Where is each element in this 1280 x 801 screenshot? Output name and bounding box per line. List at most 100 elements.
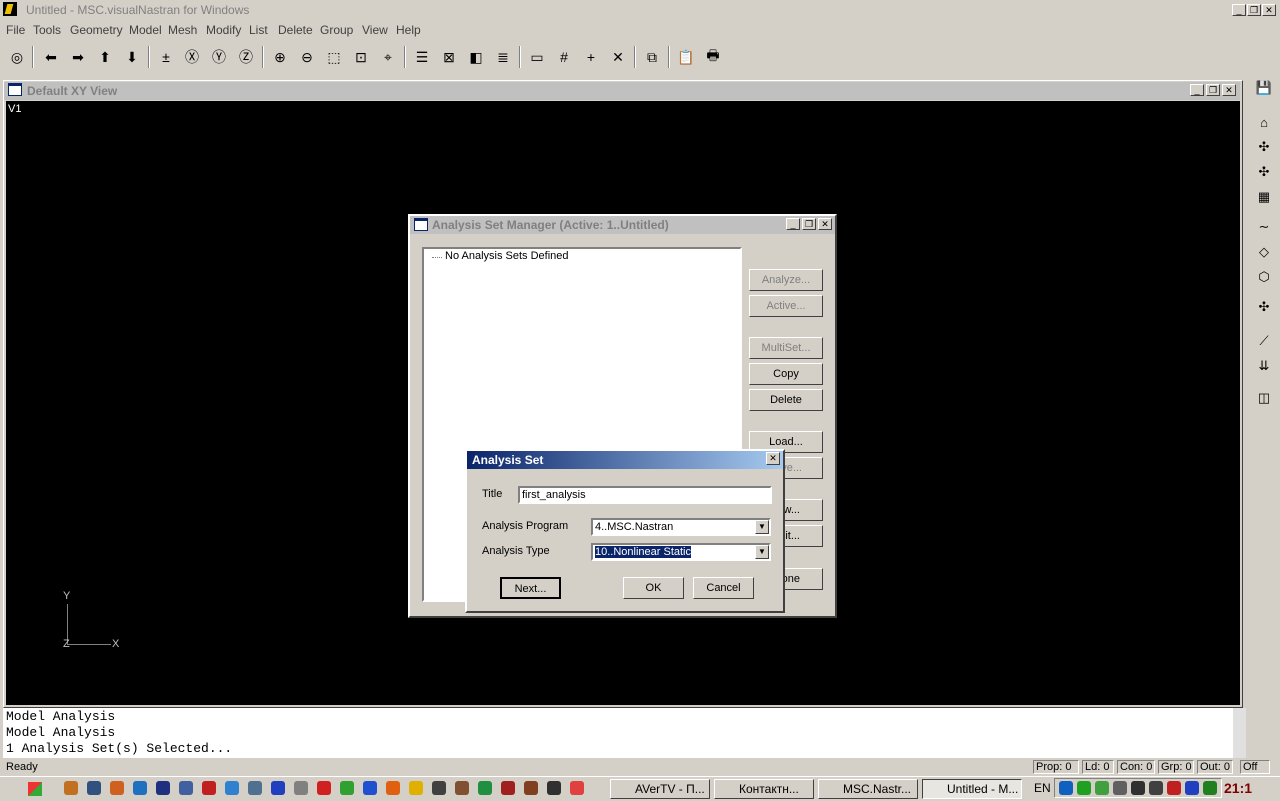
curve-icon[interactable]: ∼ xyxy=(1252,215,1276,239)
quicklaunch-icon[interactable] xyxy=(64,781,78,795)
tray-icon[interactable] xyxy=(1131,781,1145,795)
autoscale-icon[interactable]: ⊡ xyxy=(349,45,373,69)
tray-icon[interactable] xyxy=(1077,781,1091,795)
rotate-y-icon[interactable]: Ⓨ xyxy=(207,45,231,69)
copy-view-icon[interactable]: ⧉ xyxy=(640,45,664,69)
volume-icon[interactable]: ⬡ xyxy=(1252,265,1276,289)
quicklaunch-icon[interactable] xyxy=(156,781,170,795)
quicklaunch-icon[interactable] xyxy=(432,781,446,795)
copy-button[interactable]: Copy xyxy=(749,363,823,385)
ok-button[interactable]: OK xyxy=(623,577,684,599)
clock[interactable]: 21:1 xyxy=(1224,780,1252,796)
quicklaunch-icon[interactable] xyxy=(179,781,193,795)
list-icon[interactable]: ☰ xyxy=(410,45,434,69)
tray-icon[interactable] xyxy=(1167,781,1181,795)
menu-list[interactable]: List xyxy=(249,23,268,37)
clipboard-icon[interactable]: 📋 xyxy=(674,45,698,69)
task-untitled[interactable]: Untitled - M... xyxy=(922,779,1022,799)
quicklaunch-icon[interactable] xyxy=(409,781,423,795)
start-button[interactable] xyxy=(20,779,50,799)
pan-down-icon[interactable]: ⬇ xyxy=(120,45,144,69)
view-window-caption[interactable] xyxy=(4,82,1240,100)
message-scrollbar[interactable] xyxy=(1233,708,1246,758)
menu-mesh[interactable]: Mesh xyxy=(168,23,197,37)
rotate-x-icon[interactable]: Ⓧ xyxy=(180,45,204,69)
asm-restore-button[interactable]: ❐ xyxy=(802,218,816,230)
tray-icon[interactable] xyxy=(1095,781,1109,795)
center-icon[interactable]: ⌖ xyxy=(376,45,400,69)
view-close-button[interactable]: ✕ xyxy=(1222,84,1236,96)
save-icon[interactable]: 💾 xyxy=(1252,76,1276,100)
quicklaunch-icon[interactable] xyxy=(225,781,239,795)
asm-close-button[interactable]: ✕ xyxy=(818,218,832,230)
close-button[interactable]: ✕ xyxy=(1262,4,1276,16)
analysis-program-select[interactable]: 4..MSC.Nastran ▼ xyxy=(591,518,771,536)
quicklaunch-icon[interactable] xyxy=(202,781,216,795)
mesh-icon[interactable]: ▦ xyxy=(1252,185,1276,209)
quicklaunch-icon[interactable] xyxy=(455,781,469,795)
zoom-out-icon[interactable]: ⊖ xyxy=(295,45,319,69)
tray-icon[interactable] xyxy=(1113,781,1127,795)
menu-tools[interactable]: Tools xyxy=(33,23,61,37)
quicklaunch-icon[interactable] xyxy=(570,781,584,795)
menu-file[interactable]: File xyxy=(6,23,25,37)
quicklaunch-icon[interactable] xyxy=(478,781,492,795)
property-icon[interactable]: ⟋ xyxy=(1252,329,1276,353)
menu-view[interactable]: View xyxy=(362,23,388,37)
menu-geometry[interactable]: Geometry xyxy=(70,23,123,37)
ie-icon[interactable] xyxy=(133,781,147,795)
tray-icon[interactable] xyxy=(1203,781,1217,795)
media-player-icon[interactable] xyxy=(271,781,285,795)
pan-up-icon[interactable]: ⬆ xyxy=(93,45,117,69)
plus-minus-icon[interactable]: ± xyxy=(154,45,178,69)
quicklaunch-icon[interactable] xyxy=(547,781,561,795)
tray-icon[interactable] xyxy=(1185,781,1199,795)
pan-right-icon[interactable]: ➡ xyxy=(66,45,90,69)
chevron-down-icon[interactable]: ▼ xyxy=(755,545,769,559)
analyze-button[interactable]: Analyze... xyxy=(749,269,823,291)
load-icon[interactable]: ⇊ xyxy=(1252,354,1276,378)
window-icon[interactable]: ▭ xyxy=(525,45,549,69)
task-msc-nastran[interactable]: MSC.Nastr... xyxy=(818,779,918,799)
zoom-box-icon[interactable]: ⬚ xyxy=(322,45,346,69)
grid-icon[interactable]: # xyxy=(552,45,576,69)
chevron-down-icon[interactable]: ▼ xyxy=(755,520,769,534)
menu-model[interactable]: Model xyxy=(129,23,162,37)
view-restore-button[interactable]: ❐ xyxy=(1206,84,1220,96)
task-contacts[interactable]: Контактн... xyxy=(714,779,814,799)
element-icon[interactable]: ✣ xyxy=(1252,160,1276,184)
print-icon[interactable]: 🖶 xyxy=(701,45,725,69)
delete-button[interactable]: Delete xyxy=(749,389,823,411)
quicklaunch-icon[interactable] xyxy=(317,781,331,795)
menu-help[interactable]: Help xyxy=(396,23,421,37)
zoom-in-icon[interactable]: ⊕ xyxy=(268,45,292,69)
active-button[interactable]: Active... xyxy=(749,295,823,317)
quicklaunch-icon[interactable] xyxy=(524,781,538,795)
minimize-button[interactable]: _ xyxy=(1232,4,1246,16)
task-avertv[interactable]: AVerTV - П... xyxy=(610,779,710,799)
solid-icon[interactable]: ⌂ xyxy=(1252,110,1276,134)
quicklaunch-icon[interactable] xyxy=(363,781,377,795)
menu-modify[interactable]: Modify xyxy=(206,23,241,37)
menu-group[interactable]: Group xyxy=(320,23,353,37)
quicklaunch-icon[interactable] xyxy=(87,781,101,795)
tray-icon[interactable] xyxy=(1149,781,1163,795)
quicklaunch-icon[interactable] xyxy=(110,781,124,795)
clear-icon[interactable]: ✕ xyxy=(606,45,630,69)
quicklaunch-icon[interactable] xyxy=(386,781,400,795)
view-select-icon[interactable]: ◫ xyxy=(1252,386,1276,410)
analysis-set-close-button[interactable]: ✕ xyxy=(766,452,780,465)
nodes-icon[interactable]: ✣ xyxy=(1252,295,1276,319)
quicklaunch-icon[interactable] xyxy=(248,781,262,795)
analysis-type-select[interactable]: 10..Nonlinear Static ▼ xyxy=(591,543,771,561)
rotate-z-icon[interactable]: Ⓩ xyxy=(234,45,258,69)
restore-button[interactable]: ❐ xyxy=(1247,4,1261,16)
asm-minimize-button[interactable]: _ xyxy=(786,218,800,230)
node-icon[interactable]: ✣ xyxy=(1252,135,1276,159)
next-button[interactable]: Next... xyxy=(500,577,561,599)
rotate-view-icon[interactable]: ◎ xyxy=(5,45,29,69)
multiset-button[interactable]: MultiSet... xyxy=(749,337,823,359)
pan-left-icon[interactable]: ⬅ xyxy=(39,45,63,69)
view-minimize-button[interactable]: _ xyxy=(1190,84,1204,96)
solid-view-icon[interactable]: ◧ xyxy=(464,45,488,69)
